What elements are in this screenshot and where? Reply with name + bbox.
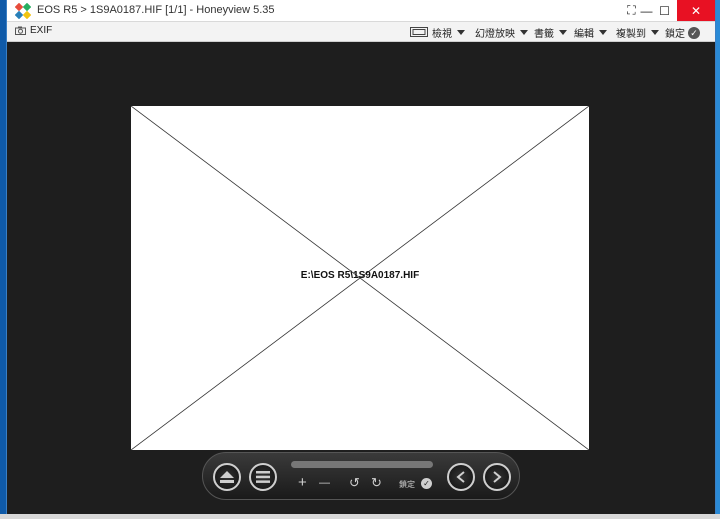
next-icon — [493, 471, 502, 483]
eject-icon — [220, 471, 234, 483]
missing-image-placeholder: E:\EOS R5\1S9A0187.HIF — [131, 106, 589, 450]
menu-view[interactable]: 檢視 — [432, 25, 465, 40]
check-circle-icon: ✓ — [688, 26, 700, 39]
exif-button[interactable]: EXIF — [15, 25, 52, 36]
check-circle-icon: ✓ — [421, 478, 432, 489]
menu-icon — [256, 471, 270, 483]
rotate-left-button[interactable]: ↺ — [349, 475, 360, 491]
menu-edit[interactable]: 編輯 — [574, 25, 607, 40]
close-button[interactable]: ✕ — [677, 0, 715, 21]
chevron-down-icon — [599, 30, 607, 35]
window-title: EOS R5 > 1S9A0187.HIF [1/1] - Honeyview … — [37, 4, 275, 16]
zoom-out-button[interactable]: — — [319, 475, 330, 491]
menu-view-label: 檢視 — [432, 29, 452, 40]
menu-slideshow-label: 幻燈放映 — [475, 29, 515, 40]
honeyview-window: EOS R5 > 1S9A0187.HIF [1/1] - Honeyview … — [6, 0, 716, 519]
maximize-icon: ☐ — [659, 3, 670, 18]
menu-slideshow[interactable]: 幻燈放映 — [475, 25, 528, 40]
menu-edit-label: 編輯 — [574, 29, 594, 40]
close-icon: ✕ — [690, 3, 702, 18]
open-button[interactable] — [213, 463, 241, 491]
prev-icon — [456, 471, 465, 483]
chevron-down-icon — [457, 30, 465, 35]
menu-bookmarks[interactable]: 書籤 — [534, 25, 567, 40]
camera-icon — [15, 26, 26, 35]
lock-toggle[interactable]: 鎖定 ✓ — [665, 25, 700, 40]
zoom-in-button[interactable]: + — [298, 475, 307, 491]
app-icon — [15, 3, 31, 19]
chevron-down-icon — [651, 30, 659, 35]
menu-copy-to-label: 複製到 — [616, 29, 646, 40]
next-button[interactable] — [483, 463, 511, 491]
toolbar: EXIF 檢視 幻燈放映 書籤 編輯 複製到 鎖定 ✓ — [7, 22, 715, 42]
title-bar[interactable]: EOS R5 > 1S9A0187.HIF [1/1] - Honeyview … — [7, 0, 715, 22]
control-lock-label[interactable]: 鎖定 — [399, 479, 415, 490]
missing-image-path: E:\EOS R5\1S9A0187.HIF — [300, 270, 420, 281]
chevron-down-icon — [520, 30, 528, 35]
image-viewer[interactable]: E:\EOS R5\1S9A0187.HIF + — ↺ ↻ 鎖定 ✓ — [7, 42, 715, 519]
window-bottom-edge — [0, 514, 720, 519]
menu-copy-to[interactable]: 複製到 — [616, 25, 659, 40]
previous-button[interactable] — [447, 463, 475, 491]
main-menu-button[interactable] — [249, 463, 277, 491]
lock-label: 鎖定 — [665, 29, 685, 40]
chevron-down-icon — [559, 30, 567, 35]
menu-bookmarks-label: 書籤 — [534, 29, 554, 40]
filmstrip-icon[interactable] — [410, 27, 428, 37]
exif-label: EXIF — [30, 25, 53, 36]
control-bar: + — ↺ ↻ 鎖定 ✓ — [202, 452, 520, 500]
seek-bar[interactable] — [291, 461, 433, 468]
rotate-right-button[interactable]: ↻ — [371, 475, 382, 491]
